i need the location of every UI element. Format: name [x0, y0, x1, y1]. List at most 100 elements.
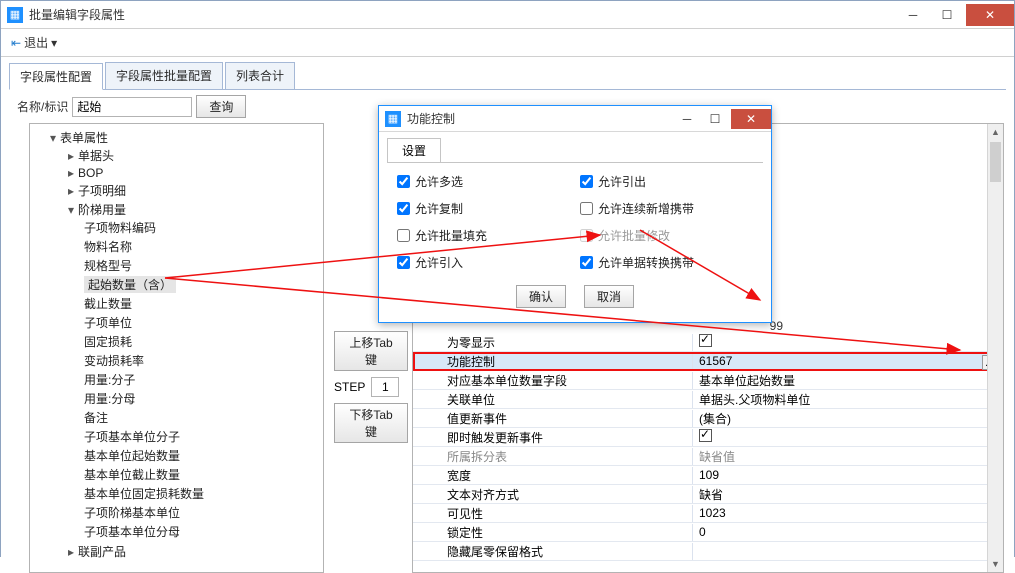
property-row[interactable]: 隐藏尾零保留格式: [413, 542, 1003, 561]
cancel-button[interactable]: 取消: [584, 285, 634, 308]
property-row[interactable]: 宽度109: [413, 466, 1003, 485]
checkbox-input[interactable]: [580, 175, 593, 188]
checkbox-input[interactable]: [397, 175, 410, 188]
dialog-titlebar[interactable]: ▦ 功能控制: [379, 106, 771, 132]
step-input[interactable]: [371, 377, 399, 397]
property-value[interactable]: 109: [693, 468, 1003, 482]
property-value[interactable]: 61567…: [693, 354, 1003, 368]
property-name: 对应基本单位数量字段: [413, 372, 693, 389]
tree-leaf[interactable]: 基本单位固定损耗数量: [84, 484, 323, 503]
property-value[interactable]: 基本单位起始数量: [693, 372, 1003, 389]
tree-node[interactable]: 单据头: [78, 147, 114, 164]
tree-leaf[interactable]: 用量:分子: [84, 370, 323, 389]
expand-icon[interactable]: ▸: [66, 166, 76, 180]
checkbox-icon[interactable]: [699, 334, 712, 347]
tab-batch-config[interactable]: 字段属性批量配置: [105, 62, 223, 89]
checkbox-icon[interactable]: [699, 429, 712, 442]
option-checkbox[interactable]: 允许多选: [397, 173, 570, 190]
expand-icon[interactable]: ▸: [66, 184, 76, 198]
option-checkbox[interactable]: 允许连续新增携带: [580, 200, 753, 217]
property-row[interactable]: 即时触发更新事件: [413, 428, 1003, 447]
property-row[interactable]: 为零显示: [413, 333, 1003, 352]
property-row[interactable]: 所属拆分表缺省值: [413, 447, 1003, 466]
checkbox-input[interactable]: [397, 256, 410, 269]
option-checkbox[interactable]: 允许单据转换携带: [580, 254, 753, 271]
checkbox-input[interactable]: [580, 202, 593, 215]
tree-node[interactable]: BOP: [78, 166, 103, 180]
dialog-minimize-button[interactable]: [673, 109, 701, 129]
tab-field-config[interactable]: 字段属性配置: [9, 63, 103, 90]
tree-node[interactable]: 联副产品: [78, 543, 126, 560]
property-row[interactable]: 功能控制61567…: [413, 352, 1003, 371]
property-row[interactable]: 可见性1023: [413, 504, 1003, 523]
tree-leaf[interactable]: 子项基本单位分母: [84, 522, 323, 541]
tree-node[interactable]: 子项明细: [78, 182, 126, 199]
property-value[interactable]: [693, 429, 1003, 445]
tree-leaf[interactable]: 子项基本单位分子: [84, 427, 323, 446]
option-checkbox[interactable]: 允许引出: [580, 173, 753, 190]
property-name: 宽度: [413, 467, 693, 484]
property-value[interactable]: 0: [693, 525, 1003, 539]
move-up-tab-button[interactable]: 上移Tab键: [334, 331, 408, 371]
property-value[interactable]: 1023: [693, 506, 1003, 520]
property-value[interactable]: [693, 334, 1003, 350]
scroll-thumb[interactable]: [990, 142, 1001, 182]
expand-icon[interactable]: ▸: [66, 545, 76, 559]
tree-node[interactable]: 阶梯用量: [78, 201, 126, 218]
option-checkbox[interactable]: 允许引入: [397, 254, 570, 271]
tree-panel[interactable]: ▾表单属性 ▸单据头 ▸BOP ▸子项明细 ▾阶梯用量 子项物料编码 物料名称 …: [29, 123, 324, 573]
checkbox-input[interactable]: [397, 202, 410, 215]
tree-leaf[interactable]: 子项物料编码: [84, 218, 323, 237]
dialog-maximize-button[interactable]: [701, 109, 729, 129]
dialog-tab-settings[interactable]: 设置: [387, 138, 441, 162]
option-checkbox[interactable]: 允许复制: [397, 200, 570, 217]
tree-leaf[interactable]: 子项阶梯基本单位: [84, 503, 323, 522]
tree-leaf[interactable]: 基本单位截止数量: [84, 465, 323, 484]
scroll-down-icon[interactable]: ▼: [988, 556, 1003, 572]
vertical-scrollbar[interactable]: ▲ ▼: [987, 124, 1003, 572]
tab-list-total[interactable]: 列表合计: [225, 62, 295, 89]
search-input[interactable]: [72, 97, 192, 117]
expand-icon[interactable]: ▸: [66, 149, 76, 163]
property-row[interactable]: 对应基本单位数量字段基本单位起始数量: [413, 371, 1003, 390]
ok-button[interactable]: 确认: [516, 285, 566, 308]
property-value[interactable]: 缺省值: [693, 448, 1003, 465]
tree-leaf[interactable]: 子项单位: [84, 313, 323, 332]
tree-leaf[interactable]: 基本单位起始数量: [84, 446, 323, 465]
search-button[interactable]: 查询: [196, 95, 246, 118]
tree-leaf[interactable]: 变动损耗率: [84, 351, 323, 370]
property-value[interactable]: 缺省: [693, 486, 1003, 503]
property-name: 锁定性: [413, 524, 693, 541]
property-row[interactable]: 关联单位单据头.父项物料单位: [413, 390, 1003, 409]
collapse-icon[interactable]: ▾: [48, 131, 58, 145]
move-down-tab-button[interactable]: 下移Tab键: [334, 403, 408, 443]
tree-leaf[interactable]: 固定损耗: [84, 332, 323, 351]
maximize-button[interactable]: [930, 4, 964, 26]
property-row[interactable]: 值更新事件(集合): [413, 409, 1003, 428]
checkbox-input[interactable]: [397, 229, 410, 242]
close-button[interactable]: [966, 4, 1014, 26]
toolbar: ⇤ 退出 ▾: [1, 29, 1014, 57]
property-value[interactable]: 单据头.父项物料单位: [693, 391, 1003, 408]
property-row[interactable]: 锁定性0: [413, 523, 1003, 542]
property-name: 为零显示: [413, 334, 693, 351]
tree-root[interactable]: 表单属性: [60, 129, 108, 146]
property-name: 文本对齐方式: [413, 486, 693, 503]
tree-leaf[interactable]: 备注: [84, 408, 323, 427]
exit-icon: ⇤: [11, 36, 21, 50]
collapse-icon[interactable]: ▾: [66, 203, 76, 217]
tree-leaf[interactable]: 物料名称: [84, 237, 323, 256]
tree-leaf[interactable]: 用量:分母: [84, 389, 323, 408]
tree-leaf[interactable]: 规格型号: [84, 256, 323, 275]
exit-button[interactable]: ⇤ 退出 ▾: [7, 32, 61, 53]
scroll-up-icon[interactable]: ▲: [988, 124, 1003, 140]
option-checkbox[interactable]: 允许批量填充: [397, 227, 570, 244]
tree-leaf-selected[interactable]: 起始数量（含）: [84, 275, 323, 294]
dialog-title: 功能控制: [407, 110, 673, 127]
property-row[interactable]: 文本对齐方式缺省: [413, 485, 1003, 504]
minimize-button[interactable]: [896, 4, 930, 26]
property-value[interactable]: (集合): [693, 410, 1003, 427]
tree-leaf[interactable]: 截止数量: [84, 294, 323, 313]
dialog-close-button[interactable]: [731, 109, 771, 129]
checkbox-input[interactable]: [580, 256, 593, 269]
